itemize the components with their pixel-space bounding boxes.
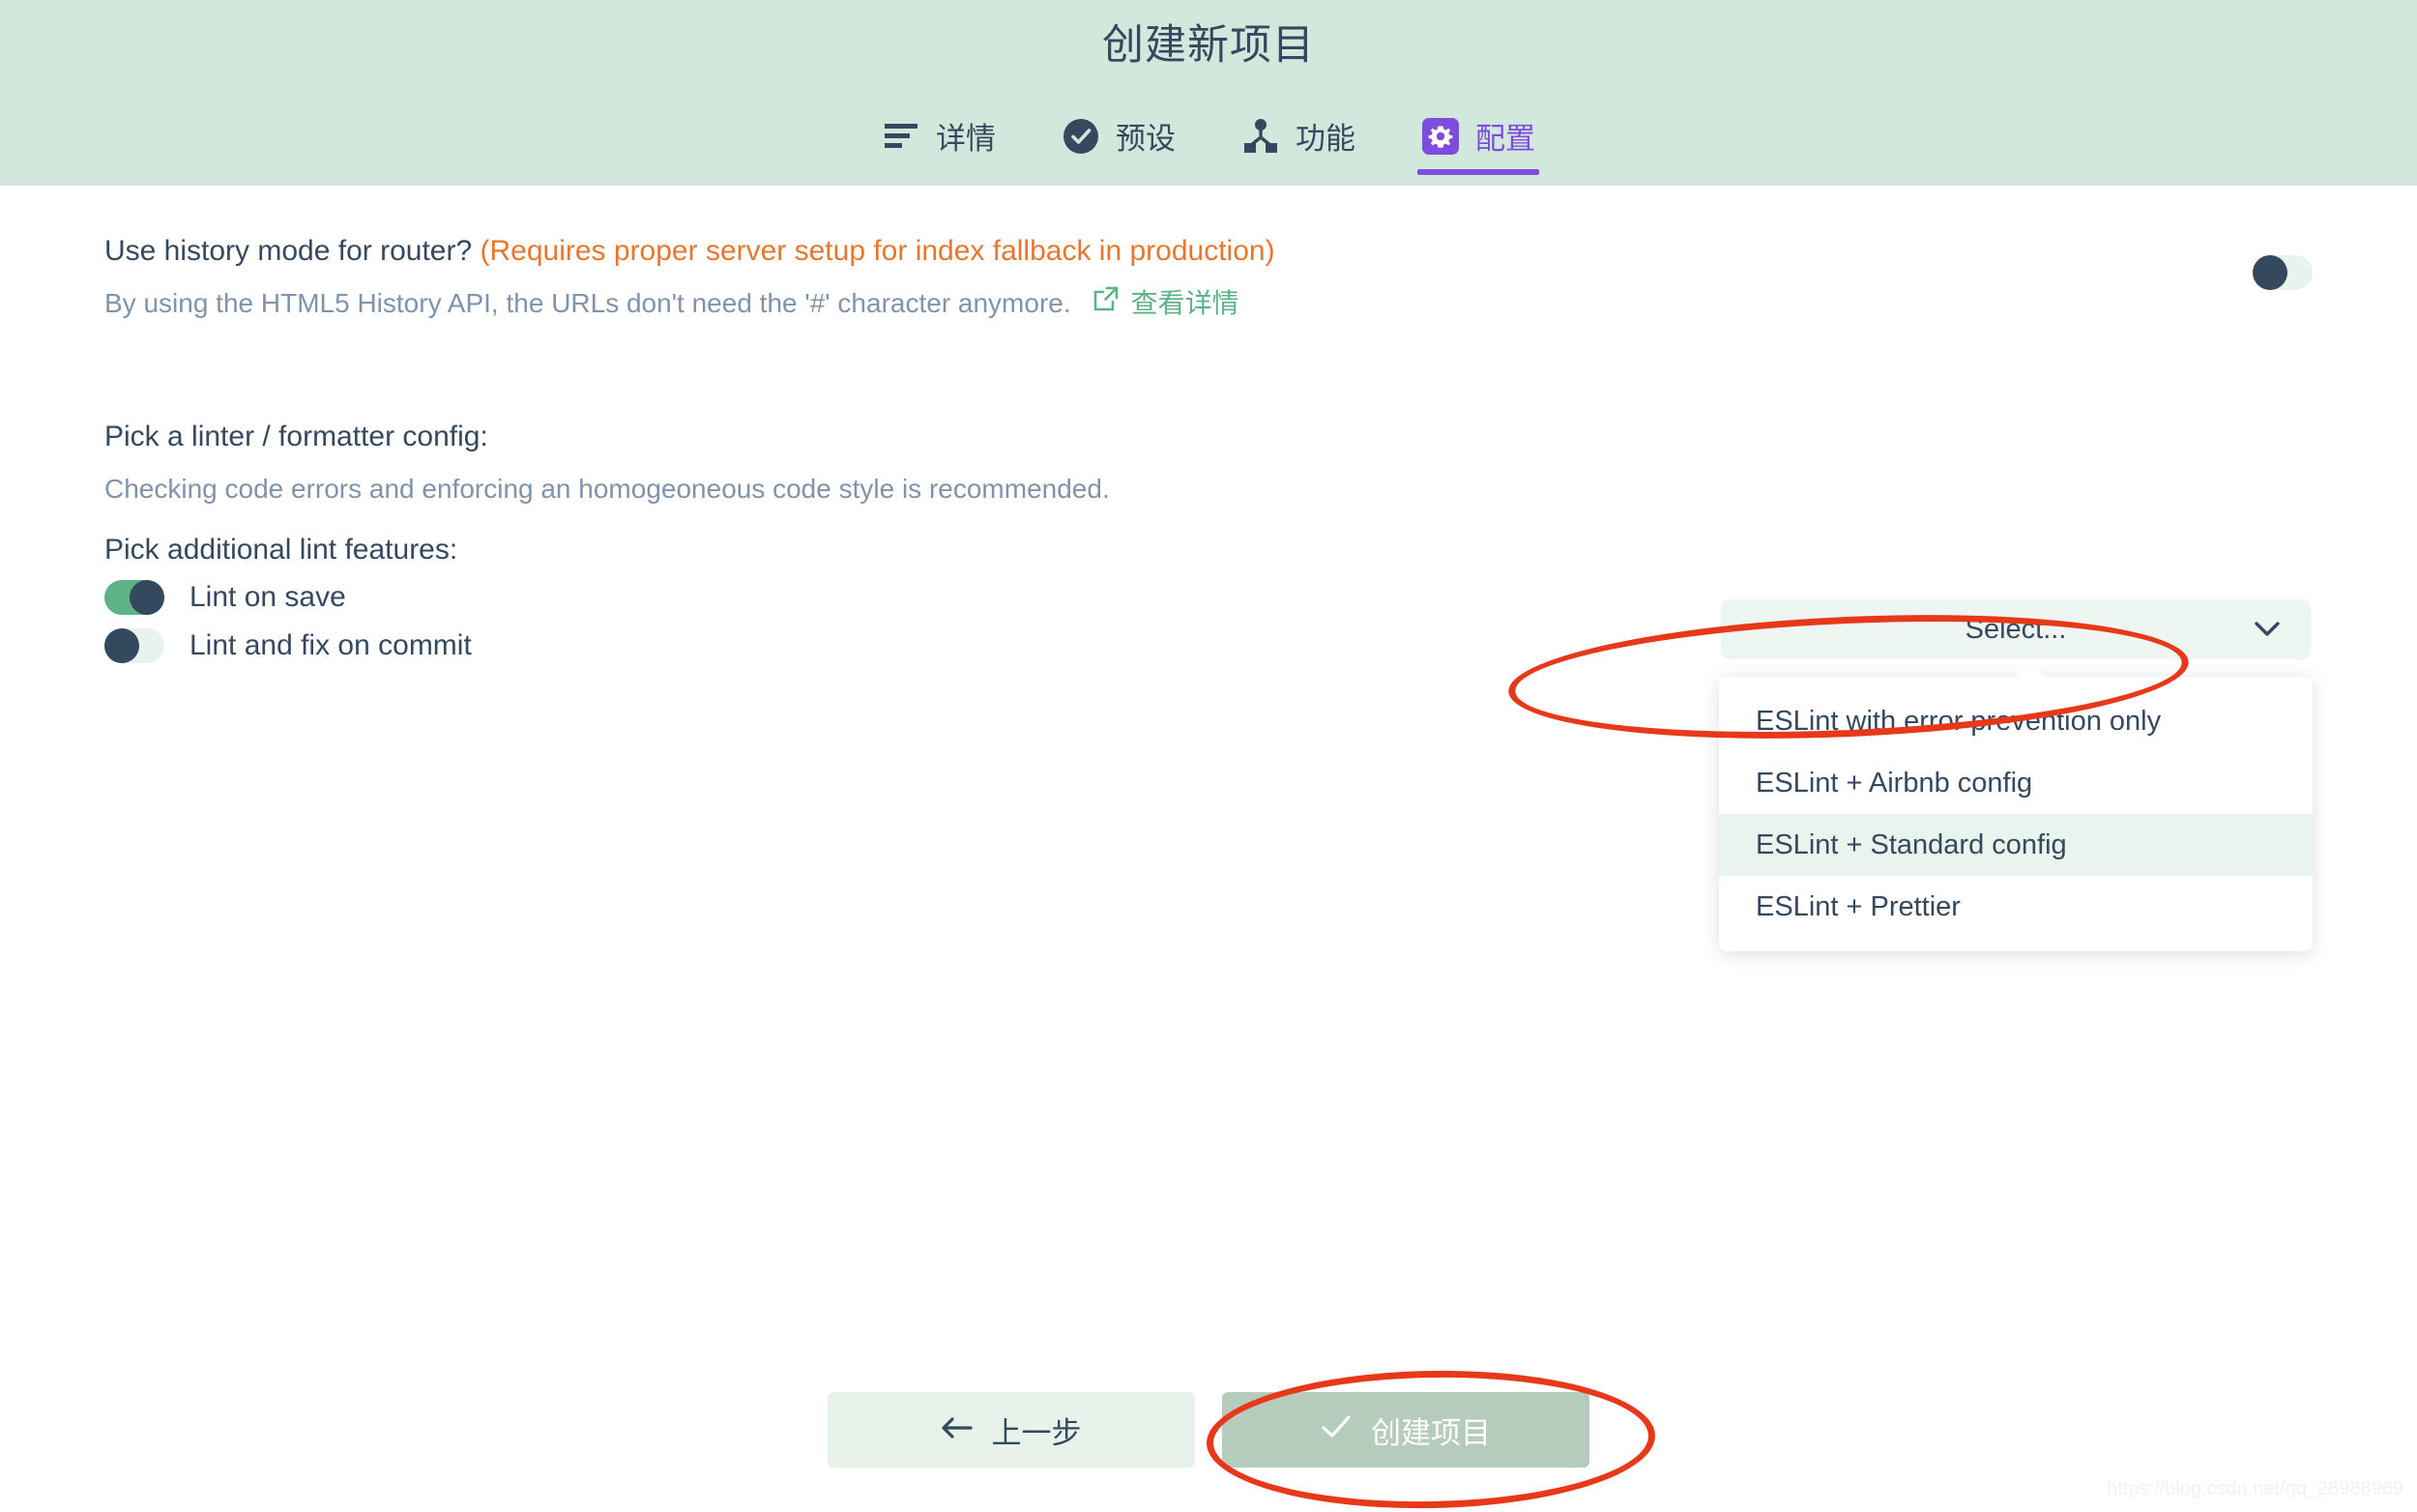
tab-bar: 详情 预设 功能 (0, 114, 2417, 175)
prompt-linter-config: Pick a linter / formatter config: Checki… (104, 418, 2313, 509)
tab-details[interactable]: 详情 (849, 114, 1029, 175)
dropdown-option-eslint-error-prevention[interactable]: ESLint with error prevention only (1719, 690, 2313, 752)
tab-features[interactable]: 功能 (1208, 114, 1388, 175)
lint-on-save-toggle[interactable] (104, 580, 164, 615)
tab-details-label: 详情 (936, 114, 996, 158)
history-toggle-wrap (2253, 255, 2313, 290)
watermark: https://blog.csdn.net/qq_28988969 (2107, 1478, 2403, 1500)
history-question-hint: (Requires proper server setup for index … (480, 235, 1275, 267)
check-circle-icon (1062, 117, 1100, 156)
create-project-label: 创建项目 (1371, 1409, 1491, 1452)
history-question-text: Use history mode for router? (104, 235, 480, 267)
gear-icon (1421, 117, 1460, 156)
linter-select-value: Select... (1966, 614, 2067, 646)
linter-select-button[interactable]: Select... (1721, 599, 2311, 659)
tab-features-label: 功能 (1296, 114, 1355, 158)
sitemap-icon (1241, 117, 1280, 156)
history-description-row: By using the HTML5 History API, the URLs… (104, 284, 2313, 324)
check-icon (1321, 1412, 1352, 1447)
linter-question: Pick a linter / formatter config: (104, 418, 2313, 457)
app-header: 创建新项目 详情 预设 (0, 0, 2417, 186)
chevron-down-icon (2255, 622, 2280, 637)
tab-configuration-label: 配置 (1475, 114, 1535, 158)
footer-actions: 上一步 创建项目 (0, 1392, 2417, 1508)
history-description: By using the HTML5 History API, the URLs… (104, 284, 1071, 324)
tab-configuration[interactable]: 配置 (1388, 114, 1568, 175)
history-mode-toggle-knob (2253, 255, 2287, 290)
linter-dropdown-menu: ESLint with error prevention only ESLint… (1719, 677, 2313, 951)
lint-on-save-label: Lint on save (189, 581, 346, 614)
lint-on-save-toggle-knob (130, 580, 164, 615)
list-icon (882, 117, 920, 156)
prompt-history-mode: Use history mode for router? (Requires p… (104, 232, 2313, 323)
lint-fix-on-commit-toggle[interactable] (104, 628, 164, 663)
history-question: Use history mode for router? (Requires p… (104, 232, 2313, 272)
tab-presets[interactable]: 预设 (1029, 114, 1208, 175)
history-doc-link-label: 查看详情 (1131, 284, 1239, 324)
linter-description: Checking code errors and enforcing an ho… (104, 470, 2313, 509)
dropdown-option-eslint-airbnb[interactable]: ESLint + Airbnb config (1719, 752, 2313, 814)
previous-step-label: 上一步 (992, 1409, 1082, 1452)
page-title: 创建新项目 (0, 12, 2417, 72)
history-mode-toggle[interactable] (2253, 255, 2313, 290)
create-project-button[interactable]: 创建项目 (1222, 1392, 1589, 1468)
main-content: Use history mode for router? (Requires p… (0, 186, 2417, 1508)
lint-fix-on-commit-label: Lint and fix on commit (189, 629, 472, 662)
lint-features-question: Pick additional lint features: (104, 534, 2313, 567)
tab-presets-label: 预设 (1116, 114, 1176, 158)
arrow-left-icon (942, 1412, 973, 1447)
dropdown-option-eslint-standard[interactable]: ESLint + Standard config (1719, 814, 2313, 876)
lint-fix-on-commit-toggle-knob (104, 628, 139, 663)
external-link-icon (1092, 284, 1120, 324)
linter-select-wrap: Select... ESLint with error prevention o… (1721, 599, 2311, 659)
history-doc-link[interactable]: 查看详情 (1092, 284, 1239, 324)
previous-step-button[interactable]: 上一步 (828, 1392, 1195, 1468)
dropdown-option-eslint-prettier[interactable]: ESLint + Prettier (1719, 876, 2313, 938)
